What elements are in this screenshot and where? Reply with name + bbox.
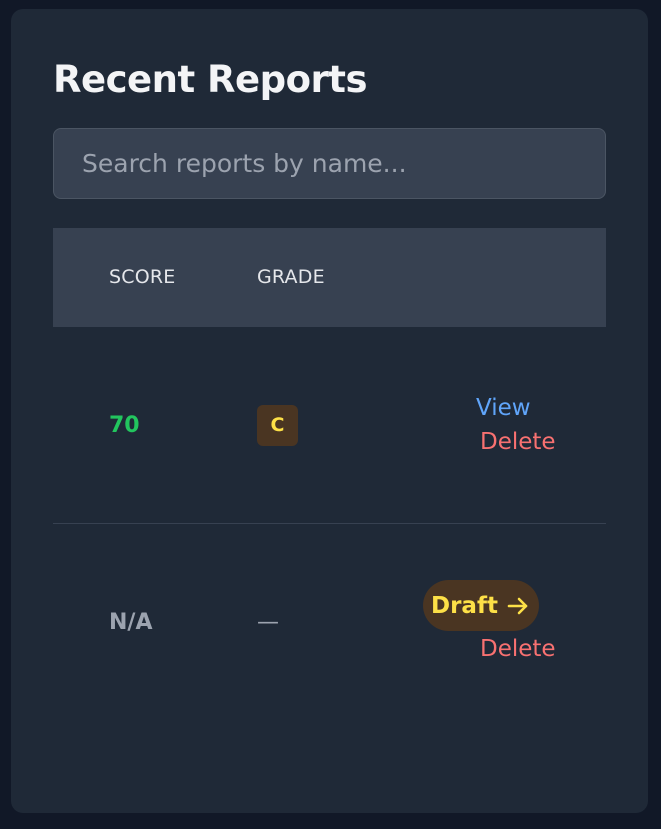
search-input[interactable]	[53, 128, 606, 199]
grade-badge: C	[257, 404, 298, 446]
grade-cell: C	[257, 327, 298, 523]
row-actions: Draft Delete	[423, 524, 583, 720]
grade-empty-dash: —	[257, 609, 279, 635]
page-title: Recent Reports	[53, 58, 367, 101]
row-actions: View Delete	[423, 327, 583, 523]
reports-table: SCORE GRADE 70 C View Delete N/A — Draft…	[53, 228, 606, 720]
score-cell: 70	[109, 327, 140, 523]
score-value: 70	[109, 412, 140, 438]
arrow-right-icon	[507, 597, 528, 614]
table-row: 70 C View Delete	[53, 327, 606, 523]
grade-cell: —	[257, 524, 279, 720]
score-cell: N/A	[109, 524, 152, 720]
draft-button[interactable]: Draft	[423, 580, 539, 631]
score-value: N/A	[109, 609, 153, 635]
reports-card: Recent Reports SCORE GRADE 70 C View Del…	[11, 9, 648, 813]
table-row: N/A — Draft Delete	[53, 523, 606, 720]
delete-link[interactable]: Delete	[480, 636, 556, 662]
table-header: SCORE GRADE	[53, 228, 606, 327]
view-link[interactable]: View	[476, 395, 531, 421]
column-header-score: SCORE	[109, 266, 176, 288]
column-header-grade: GRADE	[257, 266, 325, 288]
delete-link[interactable]: Delete	[480, 429, 556, 455]
draft-label: Draft	[431, 592, 498, 619]
